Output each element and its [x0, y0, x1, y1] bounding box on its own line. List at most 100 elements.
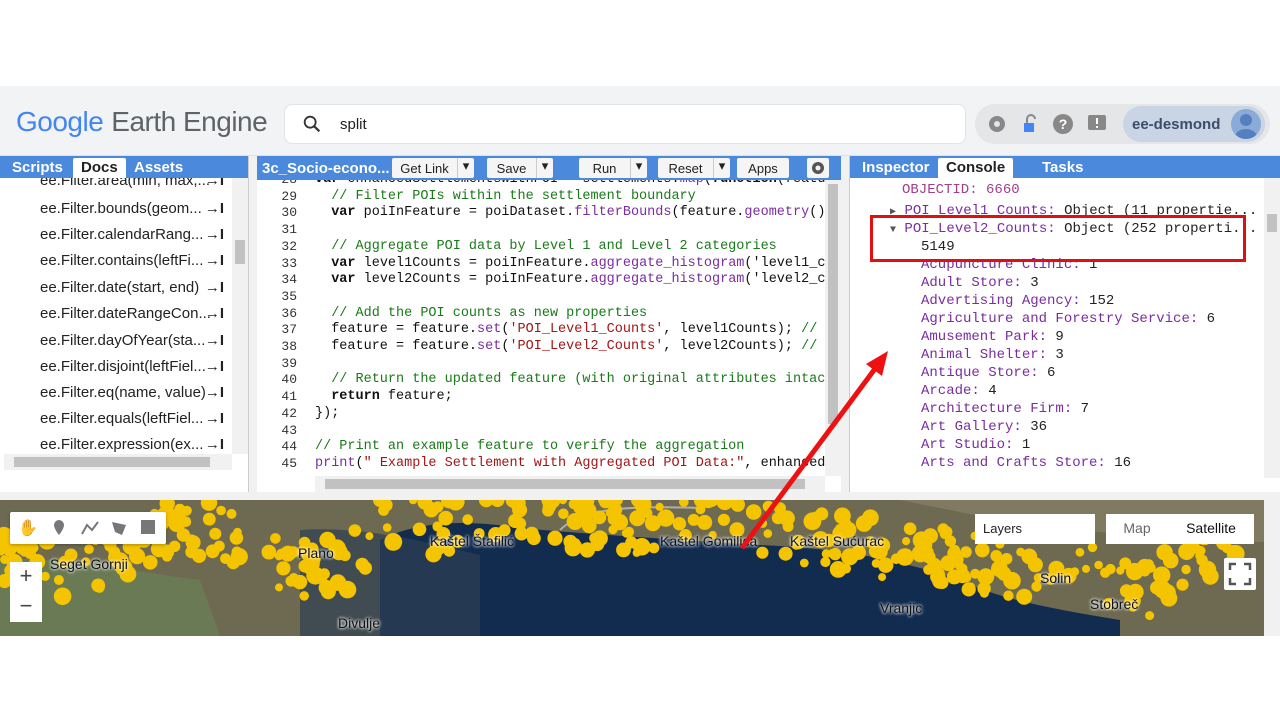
editor-vscrollbar[interactable] — [825, 180, 841, 476]
code-text: // Add the POI counts as new properties — [331, 305, 648, 321]
code-line[interactable]: 45 print(" Example Settlement with Aggreg… — [257, 456, 825, 473]
code-line[interactable]: 40 // Return the updated feature (with o… — [257, 372, 825, 389]
docs-item[interactable]: ee.Filter.calendarRang... →I — [40, 226, 230, 252]
line-number: 34 — [281, 272, 297, 288]
code-text: // Print an example feature to verify th… — [315, 439, 745, 455]
search-bar[interactable]: split — [284, 104, 966, 144]
chevron-down-icon[interactable]: ▾ — [457, 158, 474, 178]
line-number: 41 — [281, 389, 297, 405]
entry-key: Antique Store: — [921, 365, 1039, 381]
code-line[interactable]: 36 // Add the POI counts as new properti… — [257, 306, 825, 323]
search-input[interactable]: split — [340, 116, 367, 133]
entry-key: Adult Store: — [921, 275, 1022, 291]
docs-item[interactable]: ee.Filter.date(start, end) →I — [40, 279, 230, 305]
run-button[interactable]: Run ▾ — [579, 158, 647, 178]
code-line[interactable]: 38 feature = feature.set('POI_Level2_Cou… — [257, 339, 825, 356]
map-label: Kaštel Štafilić — [430, 533, 515, 549]
poi-dot — [200, 500, 218, 511]
save-button[interactable]: Save ▾ — [487, 158, 553, 178]
code-line[interactable]: 33 var level1Counts = poiInFeature.aggre… — [257, 256, 825, 273]
tab-assets[interactable]: Assets — [126, 158, 191, 178]
code-line[interactable]: 43 — [257, 423, 825, 440]
polygon-icon[interactable] — [110, 519, 128, 537]
code-line[interactable]: 30 var poiInFeature = poiDataset.filterB… — [257, 205, 825, 222]
docs-item[interactable]: ee.Filter.bounds(geom... →I — [40, 200, 230, 226]
map-type-satellite-button[interactable]: Satellite — [1168, 514, 1254, 544]
feedback-icon[interactable] — [1085, 112, 1109, 136]
poi-dot — [979, 588, 989, 598]
chevron-down-icon[interactable]: ▾ — [630, 158, 647, 178]
help-icon[interactable]: ? — [1051, 112, 1075, 136]
docs-item[interactable]: ee.Filter.disjoint(leftFiel... →I — [40, 358, 230, 384]
map-view[interactable]: ✋ + − Seget Gornji Plano Kaštel Štafilić… — [0, 500, 1280, 636]
zoom-out-button[interactable]: − — [10, 592, 42, 622]
zoom-in-button[interactable]: + — [10, 562, 42, 592]
poi-dot — [320, 584, 336, 600]
poi-dot — [513, 517, 527, 530]
code-area[interactable]: 28 var enhancedSettlementsWithPOI = settl… — [257, 180, 825, 476]
poi-dot — [338, 580, 357, 599]
scroll-thumb[interactable] — [14, 457, 210, 467]
script-title[interactable]: 3c_Socio-econo... — [262, 160, 390, 177]
entry-value: 9 — [1047, 329, 1064, 345]
docs-item[interactable]: ee.Filter.dayOfYear(sta... →I — [40, 332, 230, 358]
code-line[interactable]: 42}); — [257, 406, 825, 423]
docs-item[interactable]: ee.Filter.contains(leftFi... →I — [40, 252, 230, 278]
splitter-map[interactable] — [0, 492, 1280, 500]
chevron-down-icon[interactable]: ▾ — [713, 158, 730, 178]
poi-dot — [623, 526, 635, 538]
code-line[interactable]: 35 — [257, 289, 825, 306]
hand-icon[interactable]: ✋ — [18, 518, 38, 538]
code-line[interactable]: 28 var enhancedSettlementsWithPOI = settl… — [257, 180, 825, 189]
docs-vscrollbar[interactable] — [232, 178, 248, 454]
code-line[interactable]: 39 — [257, 356, 825, 373]
docs-item[interactable]: ee.Filter.eq(name, value) →I — [40, 384, 230, 410]
tab-console[interactable]: Console — [938, 158, 1014, 178]
tab-docs[interactable]: Docs — [73, 158, 126, 178]
code-line[interactable]: 29 // Filter POIs within the settlement … — [257, 189, 825, 206]
scroll-thumb[interactable] — [1267, 214, 1277, 232]
marker-icon[interactable] — [52, 519, 66, 537]
poi-dot — [878, 557, 894, 573]
line-icon[interactable] — [80, 519, 100, 537]
user-icon — [1235, 114, 1257, 139]
scroll-thumb[interactable] — [828, 184, 838, 424]
scroll-thumb[interactable] — [235, 240, 245, 264]
code-line[interactable]: 41 return feature; — [257, 389, 825, 406]
avatar[interactable] — [1231, 109, 1261, 139]
poi-dot — [779, 510, 795, 527]
code-line[interactable]: 34 var level2Counts = poiInFeature.aggre… — [257, 272, 825, 289]
account-button[interactable]: ee-desmond — [1123, 106, 1265, 142]
code-line[interactable]: 31 — [257, 222, 825, 239]
map-type-map-button[interactable]: Map — [1106, 514, 1168, 544]
splitter-right[interactable] — [841, 156, 849, 492]
line-number: 29 — [281, 188, 297, 204]
docs-item[interactable]: ee.Filter.dateRangeCon... →I — [40, 305, 230, 331]
docs-item[interactable]: ee.Filter.expression(ex... →I — [40, 436, 230, 454]
rectangle-icon[interactable] — [140, 519, 156, 535]
console-vscrollbar[interactable] — [1264, 178, 1280, 478]
apps-button[interactable]: Apps — [737, 158, 789, 178]
docs-hscrollbar[interactable] — [4, 454, 232, 470]
settings-icon[interactable] — [807, 158, 829, 178]
code-line[interactable]: 32 // Aggregate POI data by Level 1 and … — [257, 239, 825, 256]
code-line[interactable]: 44 // Print an example feature to verify … — [257, 439, 825, 456]
poi-dot — [1082, 564, 1090, 573]
tab-tasks[interactable]: Tasks — [1034, 158, 1091, 178]
tab-scripts[interactable]: Scripts — [4, 158, 71, 178]
tab-inspector[interactable]: Inspector — [854, 158, 938, 178]
docs-item[interactable]: ee.Filter.area(min, max,... →I — [40, 178, 230, 198]
layers-control[interactable]: Layers — [975, 514, 1095, 544]
splitter-left[interactable] — [249, 156, 257, 492]
docs-item[interactable]: ee.Filter.equals(leftFiel... →I — [40, 410, 230, 436]
fullscreen-button[interactable] — [1224, 558, 1256, 590]
editor-hscrollbar[interactable] — [315, 476, 825, 492]
get-link-button[interactable]: Get Link ▾ — [392, 158, 474, 178]
gear-icon[interactable] — [985, 112, 1009, 136]
chevron-down-icon[interactable]: ▾ — [536, 158, 553, 178]
reset-button[interactable]: Reset ▾ — [658, 158, 730, 178]
scroll-thumb[interactable] — [325, 479, 805, 489]
code-line[interactable]: 37 feature = feature.set('POI_Level1_Cou… — [257, 322, 825, 339]
lock-icon[interactable] — [1019, 112, 1043, 136]
map-vscrollbar[interactable] — [1264, 500, 1280, 636]
